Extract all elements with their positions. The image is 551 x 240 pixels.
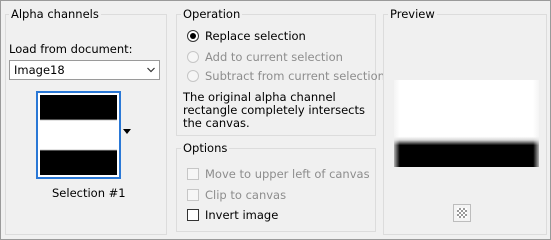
- document-select[interactable]: Image18: [9, 60, 160, 80]
- chevron-down-icon: [147, 67, 155, 73]
- alpha-channels-title: Alpha channels: [9, 7, 101, 21]
- checkbox-indicator: [187, 209, 199, 221]
- options-title: Options: [181, 141, 230, 155]
- radio-label: Subtract from current selection: [205, 69, 385, 83]
- preview-image: [394, 80, 539, 167]
- checkbox-label: Move to upper left of canvas: [205, 167, 370, 181]
- selection-thumbnail-image: [40, 95, 117, 175]
- radio-indicator: [187, 70, 199, 82]
- operation-title: Operation: [181, 7, 243, 21]
- checkbox-indicator: [187, 168, 199, 180]
- radio-indicator: [187, 30, 199, 42]
- checkbox-label: Clip to canvas: [205, 188, 287, 202]
- selection-label: Selection #1: [52, 186, 126, 200]
- thumbnail-dropdown-button[interactable]: [120, 91, 134, 175]
- operation-description: The original alpha channel rectangle com…: [183, 90, 366, 130]
- caret-down-icon: [123, 129, 131, 134]
- document-select-value: Image18: [14, 63, 65, 77]
- preview-title: Preview: [388, 7, 437, 21]
- transparency-toggle-button[interactable]: [453, 204, 471, 222]
- checkbox-indicator: [187, 189, 199, 201]
- radio-label: Replace selection: [205, 29, 306, 43]
- selection-thumbnail[interactable]: [36, 91, 121, 179]
- radio-indicator: [187, 51, 199, 63]
- radio-label: Add to current selection: [205, 50, 343, 64]
- load-from-document-label: Load from document:: [9, 42, 133, 56]
- checkerboard-icon: [457, 208, 467, 218]
- checkbox-label: Invert image: [205, 208, 279, 222]
